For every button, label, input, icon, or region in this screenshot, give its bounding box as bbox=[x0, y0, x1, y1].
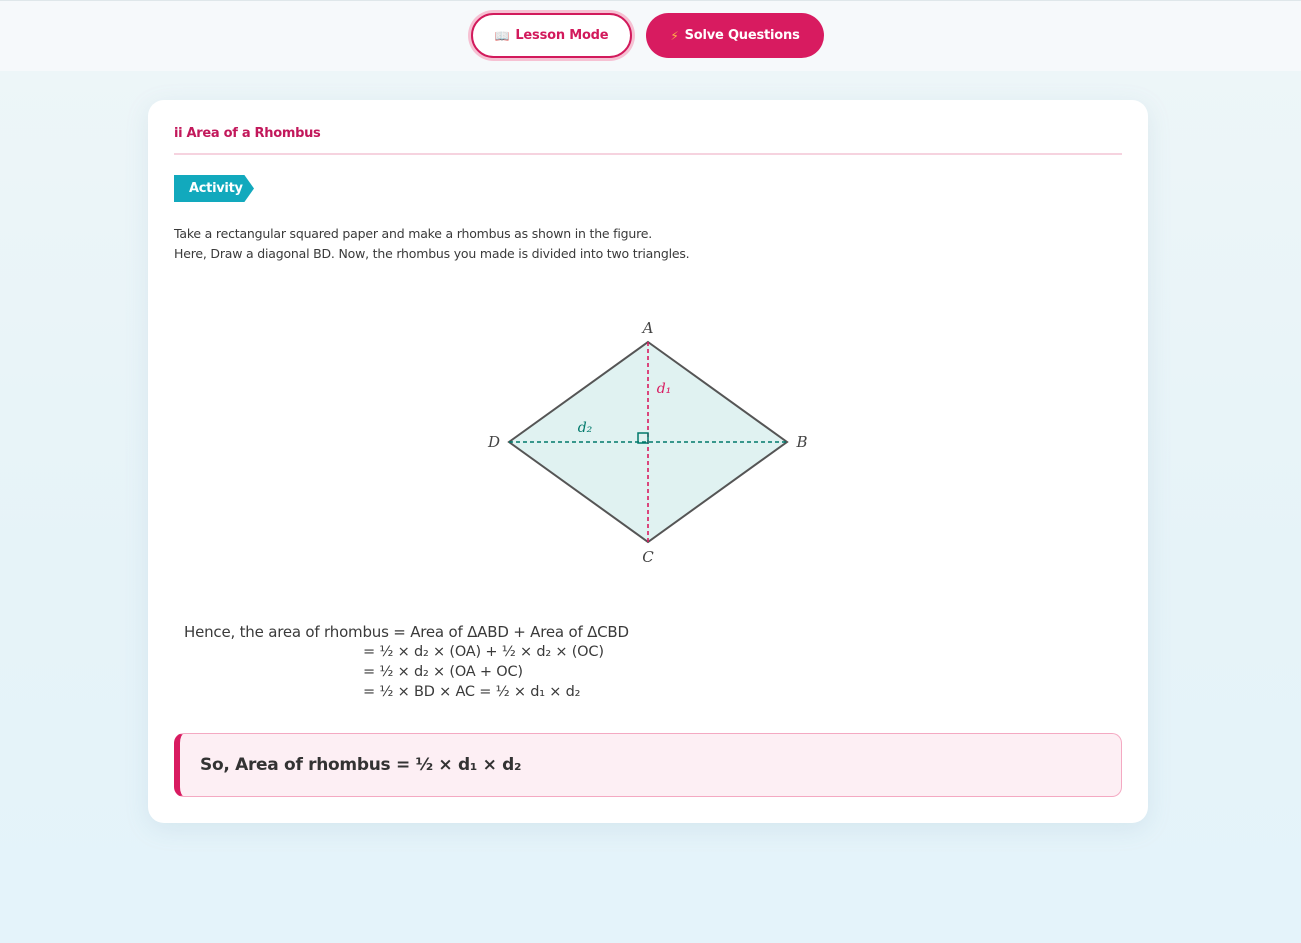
intro-line: Here, Draw a diagonal BD. Now, the rhomb… bbox=[174, 246, 690, 261]
lesson-card: ii Area of a Rhombus Activity Take a rec… bbox=[148, 100, 1148, 823]
book-icon: 📖 bbox=[494, 28, 510, 43]
title-divider bbox=[174, 153, 1122, 155]
solve-questions-label: Solve Questions bbox=[684, 28, 800, 43]
activity-tag: Activity bbox=[174, 175, 254, 202]
vertex-a-label: A bbox=[641, 319, 654, 337]
area-derivation: Hence, the area of rhombus = Area of ΔAB… bbox=[184, 622, 629, 702]
vertex-d-label: D bbox=[487, 433, 500, 451]
section-title: ii Area of a Rhombus bbox=[174, 126, 321, 141]
vertex-b-label: B bbox=[795, 433, 807, 451]
rhombus-figure: A B C D d₁ d₂ bbox=[487, 319, 808, 566]
vertex-c-label: C bbox=[642, 548, 654, 566]
derivation-line: = ½ × d₂ × (OA) + ½ × d₂ × (OC) bbox=[363, 644, 604, 660]
intro-text: Take a rectangular squared paper and mak… bbox=[174, 224, 1074, 264]
lesson-mode-button[interactable]: 📖 Lesson Mode bbox=[471, 13, 632, 58]
d2-label: d₂ bbox=[578, 420, 593, 436]
mode-toolbar: 📖 Lesson Mode ⚡ Solve Questions bbox=[0, 0, 1301, 71]
solve-questions-button[interactable]: ⚡ Solve Questions bbox=[646, 13, 824, 58]
d1-label: d₁ bbox=[657, 381, 672, 397]
lesson-mode-label: Lesson Mode bbox=[515, 28, 609, 43]
derivation-line: = ½ × BD × AC = ½ × d₁ × d₂ bbox=[363, 684, 581, 700]
derivation-line: Hence, the area of rhombus = Area of ΔAB… bbox=[184, 623, 629, 641]
lightning-icon: ⚡ bbox=[670, 28, 679, 43]
result-callout: So, Area of rhombus = ½ × d₁ × d₂ bbox=[174, 733, 1122, 797]
derivation-line: = ½ × d₂ × (OA + OC) bbox=[363, 664, 523, 680]
intro-line: Take a rectangular squared paper and mak… bbox=[174, 226, 653, 241]
result-formula: So, Area of rhombus = ½ × d₁ × d₂ bbox=[200, 755, 522, 775]
